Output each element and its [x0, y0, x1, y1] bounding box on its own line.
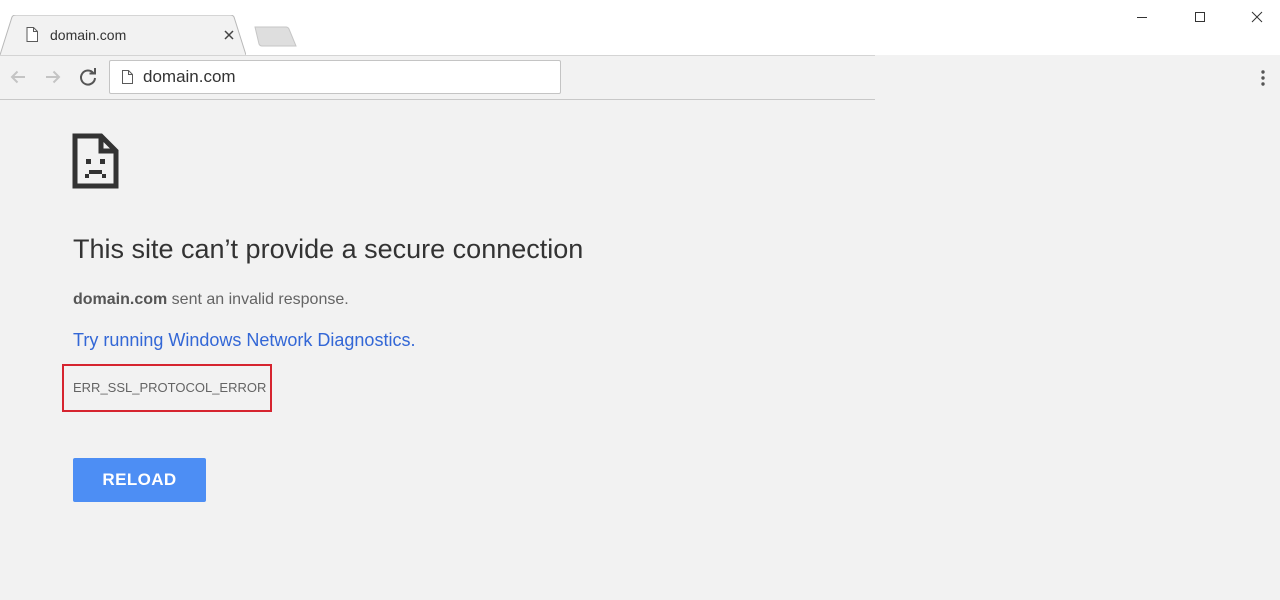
- close-icon: [1251, 11, 1263, 23]
- browser-tab[interactable]: domain.com: [0, 15, 246, 56]
- address-bar[interactable]: domain.com: [109, 60, 561, 94]
- close-icon: [224, 30, 234, 40]
- reload-icon: [80, 68, 96, 86]
- address-url: domain.com: [143, 67, 236, 86]
- document-icon: [26, 27, 38, 42]
- forward-arrow-icon: [46, 70, 61, 84]
- sad-page-icon: [72, 133, 119, 189]
- tab-title: domain.com: [50, 27, 127, 43]
- error-summary: domain.com sent an invalid response.: [73, 290, 349, 310]
- browser-menu-button[interactable]: [1252, 66, 1274, 90]
- reload-button[interactable]: RELOAD: [73, 458, 206, 502]
- forward-button[interactable]: [40, 64, 66, 90]
- network-diagnostics-link[interactable]: Try running Windows Network Diagnostics.: [73, 329, 415, 351]
- back-button[interactable]: [5, 64, 31, 90]
- error-code: ERR_SSL_PROTOCOL_ERROR: [73, 380, 267, 395]
- browser-toolbar: domain.com: [0, 55, 875, 100]
- error-host: domain.com: [73, 291, 168, 308]
- page-info-icon[interactable]: [122, 70, 133, 84]
- reload-toolbar-button[interactable]: [75, 64, 101, 90]
- back-arrow-icon: [10, 70, 25, 84]
- new-tab-button[interactable]: [252, 26, 298, 48]
- tab-close-button[interactable]: [220, 26, 238, 44]
- error-heading: This site can’t provide a secure connect…: [73, 234, 584, 264]
- window-close-button[interactable]: [1229, 0, 1280, 34]
- minimize-icon: [1137, 17, 1147, 18]
- maximize-icon: [1195, 12, 1205, 22]
- maximize-button[interactable]: [1172, 0, 1228, 34]
- menu-kebab-icon: [1261, 70, 1265, 86]
- toolbar-extension: [875, 55, 1280, 99]
- title-bar: domain.com: [0, 0, 1280, 56]
- error-summary-text: sent an invalid response.: [167, 291, 349, 308]
- minimize-button[interactable]: [1114, 0, 1170, 34]
